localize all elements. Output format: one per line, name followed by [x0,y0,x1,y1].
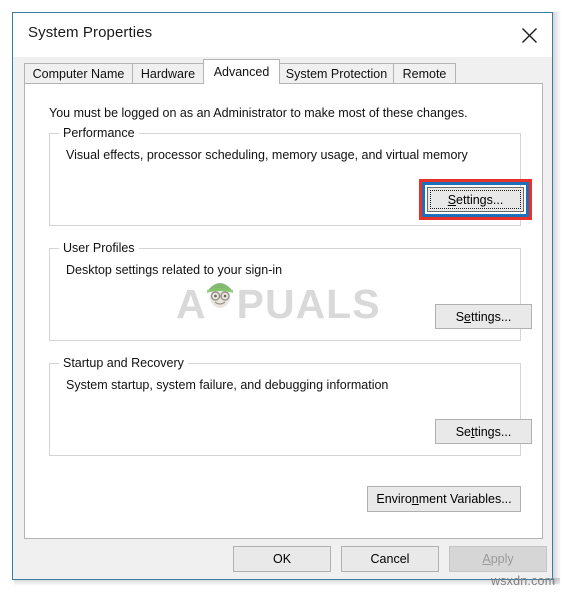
ok-button[interactable]: OK [233,546,331,572]
performance-description: Visual effects, processor scheduling, me… [66,148,468,162]
environment-variables-button[interactable]: Environment Variables... [367,486,521,512]
administrator-note: You must be logged on as an Administrato… [49,106,468,120]
user-profiles-group: User Profiles Desktop settings related t… [49,241,532,341]
performance-group: Performance Visual effects, processor sc… [49,126,532,226]
startup-recovery-group-label: Startup and Recovery [59,356,188,370]
close-button[interactable] [507,13,552,56]
performance-settings-button[interactable]: Settings... [427,187,524,212]
environment-variables-label: Environment Variables... [376,492,512,506]
advanced-tab-panel: You must be logged on as an Administrato… [24,83,543,539]
user-profiles-group-label: User Profiles [59,241,139,255]
window-shadow-right [552,12,561,584]
accel-char: S [447,192,457,207]
screenshot-canvas: System Properties Computer Name Hardware… [0,0,567,593]
system-properties-dialog: System Properties Computer Name Hardware… [12,12,553,580]
startup-recovery-settings-label: Settings... [455,424,512,439]
window-title: System Properties [28,24,153,41]
tab-hardware[interactable]: Hardware [132,63,204,84]
tab-advanced[interactable]: Advanced [203,59,280,84]
user-profiles-settings-button[interactable]: Settings... [435,304,532,329]
tab-remote[interactable]: Remote [393,63,456,84]
dialog-footer: OK Cancel Apply [13,539,552,579]
accel-char: A [482,552,491,566]
user-profiles-description: Desktop settings related to your sign-in [66,263,283,277]
startup-recovery-description: System startup, system failure, and debu… [66,378,389,392]
titlebar: System Properties [13,13,552,57]
performance-settings-label: Settings... [447,192,504,207]
apply-label: Apply [482,552,514,566]
cancel-button[interactable]: Cancel [341,546,439,572]
startup-recovery-group: Startup and Recovery System startup, sys… [49,356,532,456]
performance-group-label: Performance [59,126,139,140]
startup-recovery-settings-button[interactable]: Settings... [435,419,532,444]
tab-system-protection[interactable]: System Protection [279,63,394,84]
tab-strip: Computer Name Hardware Advanced System P… [13,57,552,84]
accel-char: e [464,309,471,324]
accel-char: n [411,492,419,506]
tab-computer-name[interactable]: Computer Name [24,63,133,84]
apply-button: Apply [449,546,547,572]
user-profiles-settings-label: Settings... [455,309,512,324]
